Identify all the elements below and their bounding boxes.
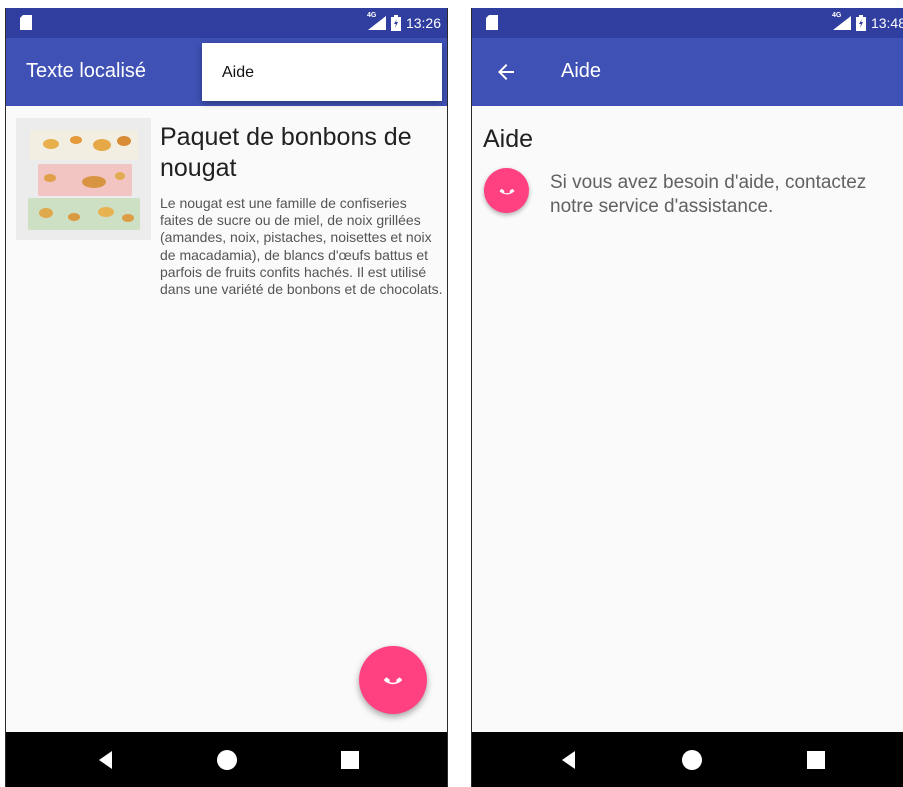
status-time: 13:48 bbox=[870, 15, 903, 31]
home-circle-icon[interactable] bbox=[215, 748, 239, 772]
recents-square-icon[interactable] bbox=[804, 748, 828, 772]
battery-icon bbox=[855, 15, 866, 31]
signal-icon: 4G bbox=[367, 12, 386, 30]
navigation-bar bbox=[6, 732, 447, 787]
back-triangle-icon[interactable] bbox=[557, 748, 581, 772]
product-title: Paquet de bonbons de nougat bbox=[160, 123, 412, 182]
app-bar: Aide bbox=[472, 38, 903, 106]
sd-card-icon bbox=[486, 15, 498, 30]
call-button[interactable] bbox=[484, 168, 529, 213]
app-title: Aide bbox=[561, 60, 602, 82]
navigation-bar bbox=[472, 732, 903, 787]
app-title: Texte localisé bbox=[26, 60, 147, 82]
recents-square-icon[interactable] bbox=[338, 748, 362, 772]
home-circle-icon[interactable] bbox=[680, 748, 704, 772]
help-heading: Aide bbox=[483, 125, 534, 153]
nougat-image bbox=[16, 118, 151, 240]
sd-card-icon bbox=[20, 15, 32, 30]
call-fab-button[interactable] bbox=[359, 646, 427, 714]
status-bar: 4G 13:48 bbox=[472, 8, 903, 38]
back-triangle-icon[interactable] bbox=[94, 748, 118, 772]
battery-icon bbox=[390, 15, 401, 31]
signal-icon: 4G bbox=[832, 12, 851, 30]
phone-screen-main: 4G 13:26 Texte localisé Aide Paquet de b… bbox=[5, 8, 448, 787]
help-text: Si vous avez besoin d'aide, contactez no… bbox=[550, 172, 867, 217]
phone-icon bbox=[383, 677, 403, 685]
phone-screen-help: 4G 13:48 Aide Aide Si vous avez besoin d… bbox=[471, 8, 903, 787]
status-bar: 4G 13:26 bbox=[6, 8, 447, 38]
overflow-menu: Aide bbox=[202, 43, 442, 101]
menu-item-label: Aide bbox=[222, 64, 255, 81]
phone-icon bbox=[499, 188, 514, 194]
product-description: Le nougat est une famille de confiseries… bbox=[160, 195, 443, 298]
arrow-back-icon[interactable] bbox=[494, 60, 518, 84]
menu-item-aide[interactable]: Aide bbox=[202, 43, 442, 101]
status-time: 13:26 bbox=[405, 15, 441, 31]
